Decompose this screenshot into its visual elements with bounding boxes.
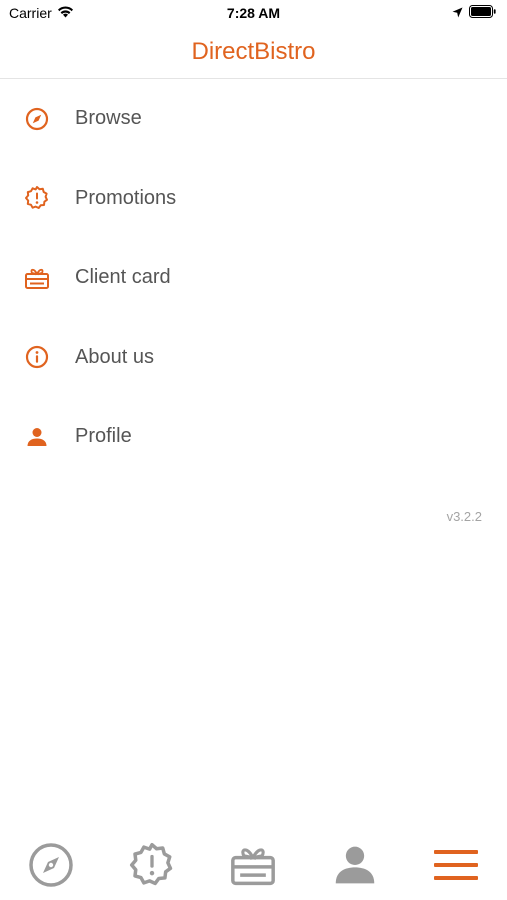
menu-item-browse[interactable]: Browse: [0, 79, 507, 159]
location-arrow-icon: [452, 5, 463, 23]
menu-item-promotions[interactable]: Promotions: [0, 159, 507, 239]
gift-card-icon: [229, 843, 277, 892]
tab-profile[interactable]: [325, 842, 385, 892]
status-bar: Carrier 7:28 AM: [0, 0, 507, 28]
tab-client-card[interactable]: [223, 842, 283, 892]
promotion-badge-icon: [128, 841, 176, 894]
version-label: v3.2.2: [446, 509, 482, 524]
gift-card-icon: [24, 265, 50, 291]
menu-list: Browse Promotions Client card About us P…: [0, 79, 507, 477]
status-time: 7:28 AM: [226, 5, 281, 21]
app-title: DirectBistro: [191, 38, 316, 65]
menu-item-label: Browse: [75, 107, 142, 130]
person-icon: [24, 424, 50, 450]
tab-browse[interactable]: [21, 842, 81, 892]
menu-item-label: Promotions: [75, 186, 177, 209]
battery-icon: [469, 5, 497, 23]
menu-item-label: About us: [75, 345, 154, 368]
person-icon: [333, 843, 377, 892]
tab-promotions[interactable]: [122, 842, 182, 892]
compass-icon: [24, 106, 50, 132]
menu-item-profile[interactable]: Profile: [0, 397, 507, 477]
promotion-badge-icon: [24, 185, 50, 211]
menu-item-client-card[interactable]: Client card: [0, 238, 507, 318]
menu-item-about-us[interactable]: About us: [0, 318, 507, 398]
menu-item-label: Profile: [75, 425, 132, 448]
status-right: [452, 5, 497, 23]
tab-bar: [0, 830, 507, 900]
tab-menu[interactable]: [426, 842, 486, 892]
nav-header: DirectBistro: [0, 28, 507, 79]
menu-item-label: Client card: [75, 266, 171, 289]
info-icon: [24, 344, 50, 370]
hamburger-menu-icon: [432, 847, 480, 888]
compass-icon: [28, 842, 74, 893]
